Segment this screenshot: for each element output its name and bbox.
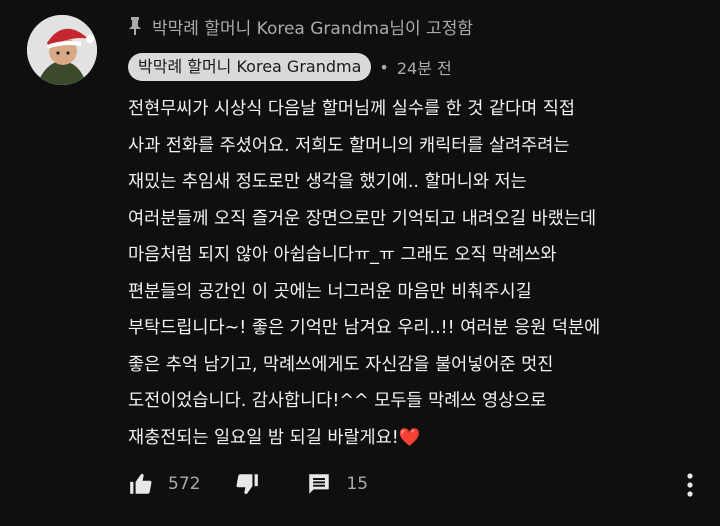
comment-line: 부탁드립니다~! 좋은 기억만 남겨요 우리..!! 여러분 응원 덕분에 xyxy=(128,318,601,338)
reply-count: 15 xyxy=(346,474,369,494)
like-count: 572 xyxy=(168,474,201,494)
comment-line: 사과 전화를 주셨어요. 저희도 할머니의 캐릭터를 살려주려는 xyxy=(128,135,570,156)
comment-actions: 572 15 xyxy=(128,466,368,502)
comment-line: 편분들의 공간인 이 곳에는 너그러운 마음만 비춰주시길 xyxy=(128,281,532,302)
pin-icon xyxy=(128,16,142,36)
comment-timestamp[interactable]: 24분 전 xyxy=(397,55,452,79)
reply-action: 15 xyxy=(306,471,368,497)
comment-line: 재밌는 추임새 정도로만 생각을 했기에.. 할머니와 저는 xyxy=(128,172,527,192)
thumbs-down-icon[interactable] xyxy=(234,471,260,497)
reply-comment-icon[interactable] xyxy=(306,471,332,497)
pinned-label: 박막례 할머니 Korea Grandma님이 고정함 xyxy=(152,18,473,39)
comment-line: 여러분들께 오직 즐거운 장면으로만 기억되고 내려오길 바랬는데 xyxy=(128,208,597,229)
avatar[interactable] xyxy=(27,15,97,85)
separator-dot: • xyxy=(379,57,389,77)
like-action: 572 xyxy=(128,471,200,497)
author-name-chip[interactable]: 박막례 할머니 Korea Grandma xyxy=(128,53,372,81)
comment-text: 전현무씨가 시상식 다음날 할머님께 실수를 한 것 같다며 직접 사과 전화를… xyxy=(128,91,708,456)
comment-header: 박막례 할머니 Korea Grandma • 24분 전 xyxy=(128,53,452,81)
heart-emoji: ❤️ xyxy=(398,427,421,448)
comment-line: 전현무씨가 시상식 다음날 할머님께 실수를 한 것 같다며 직접 xyxy=(128,99,576,119)
comment-line-last: 재충전되는 일요일 밤 되길 바랄게요!❤️ xyxy=(128,420,708,457)
thumbs-up-icon[interactable] xyxy=(128,471,154,497)
dislike-action xyxy=(234,471,260,497)
comment-line-text: 재충전되는 일요일 밤 되길 바랄게요! xyxy=(128,427,399,448)
comment-line: 좋은 추억 남기고, 막례쓰에게도 자신감을 불어넣어준 멋진 xyxy=(128,354,554,375)
comment-line: 도전이었습니다. 감사합니다!^^ 모두들 막례쓰 영상으로 xyxy=(128,391,547,411)
pinned-indicator: 박막례 할머니 Korea Grandma님이 고정함 xyxy=(128,14,473,39)
more-vertical-icon[interactable] xyxy=(678,468,702,502)
comment-line: 마음처럼 되지 않아 아쉽습니다ㅠ_ㅠ 그래도 오직 막례쓰와 xyxy=(128,245,557,265)
